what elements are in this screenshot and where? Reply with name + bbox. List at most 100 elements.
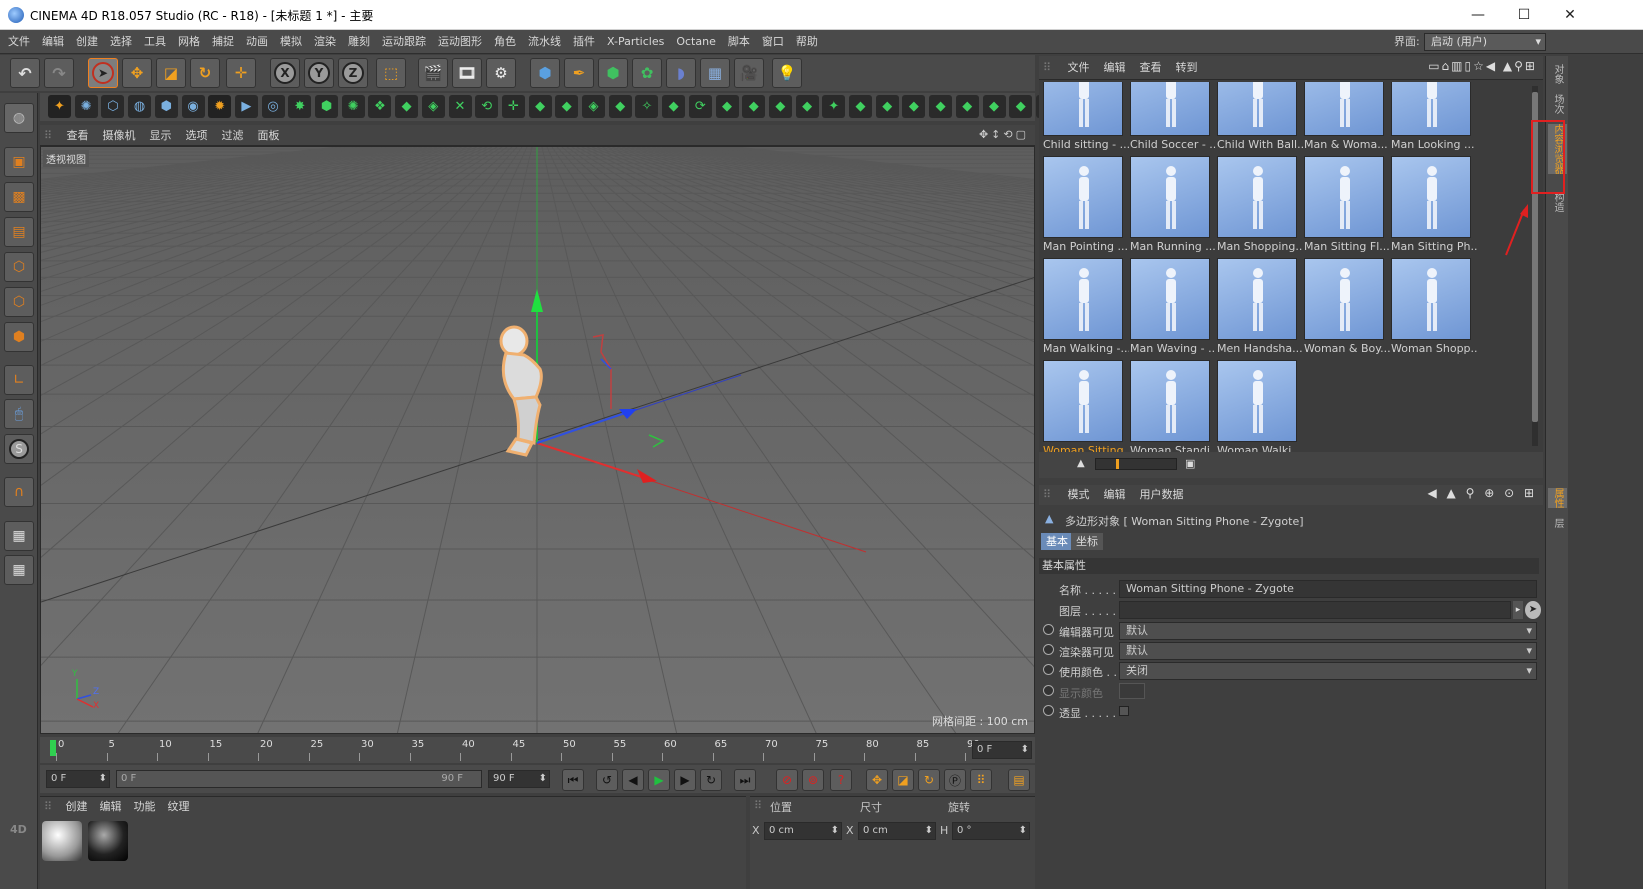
material-swatch-white[interactable] [42,821,82,861]
plugin-tool-button[interactable]: ◆ [875,95,899,118]
menu-item[interactable]: 工具 [138,30,172,54]
content-item-thumbnail[interactable] [1130,360,1210,442]
plugin-tool-button[interactable]: ◆ [528,95,552,118]
y-axis-button[interactable]: Y [304,58,334,88]
plugin-tool-button[interactable]: ◈ [582,95,605,118]
magnet-button[interactable]: ∩ [4,477,34,507]
content-item-label[interactable]: Men Handsha... [1217,342,1303,355]
content-item-label[interactable]: Man Shopping... [1217,240,1303,253]
key-position-button[interactable]: ✥ [866,769,888,791]
menu-item[interactable]: 选项 [179,125,215,146]
menu-item[interactable]: 模拟 [274,30,308,54]
content-item-label[interactable]: Man Running ... [1130,240,1216,253]
locked-workplane-button[interactable]: ▦ [4,521,34,551]
menu-item[interactable]: 编辑 [1097,485,1133,505]
render-picture-viewer-button[interactable]: 🎞 [452,58,482,88]
menu-item[interactable]: X-Particles [601,30,670,54]
menu-item[interactable]: 运动跟踪 [376,30,432,54]
plugin-tool-button[interactable]: ▶ [234,95,258,118]
goto-start-button[interactable]: ⏮ [562,769,584,791]
content-item-thumbnail[interactable] [1130,258,1210,340]
content-item-label[interactable]: Child sitting - ... [1043,138,1129,151]
frame-range-slider[interactable]: 0 F 90 F [116,770,482,788]
plugin-tool-button[interactable]: ◆ [742,95,766,118]
menu-item[interactable]: 显示 [143,125,179,146]
plugin-tool-button[interactable]: ⬢ [315,95,338,118]
content-item-label[interactable]: Woman Sitting... [1043,444,1129,452]
play-button[interactable]: ▶ [648,769,670,791]
content-item-thumbnail[interactable] [1304,258,1384,340]
content-item-thumbnail[interactable] [1217,82,1297,136]
content-item-label[interactable]: Child Soccer - ... [1130,138,1216,151]
content-item-thumbnail[interactable] [1391,156,1471,238]
plugin-tool-button[interactable]: ◆ [795,95,819,118]
undo-button[interactable]: ↶ [10,58,40,88]
content-item-label[interactable]: Man Looking ... [1391,138,1477,151]
current-frame-field[interactable]: 0 F ⬍ [972,741,1032,759]
menu-item[interactable]: 创建 [70,30,104,54]
z-axis-button[interactable]: Z [338,58,368,88]
plugin-tool-button[interactable]: ◆ [1009,95,1033,118]
animate-radio[interactable] [1043,624,1054,635]
animate-radio[interactable] [1043,664,1054,675]
menu-item[interactable]: 脚本 [722,30,756,54]
edges-mode-button[interactable]: ⬡ [4,287,34,317]
menu-item[interactable]: 选择 [104,30,138,54]
start-frame-field[interactable]: 0 F ⬍ [46,770,110,788]
content-item-label[interactable]: Child With Ball... [1217,138,1303,151]
size-x-field[interactable]: 0 cm ⬍ [858,822,936,840]
plugin-tool-button[interactable]: ◆ [555,95,579,118]
content-item-label[interactable]: Man & Woma... [1304,138,1390,151]
menu-item[interactable]: 摄像机 [96,125,143,146]
content-item-thumbnail[interactable] [1391,258,1471,340]
cloner-button[interactable]: ✿ [632,58,662,88]
content-item-thumbnail[interactable] [1130,156,1210,238]
tab-layers[interactable]: 层 [1548,518,1567,528]
plugin-tool-button[interactable]: ◉ [181,95,205,118]
make-editable-button[interactable]: ◍ [4,103,34,133]
material-swatch-black[interactable] [88,821,128,861]
browser-nav-icons[interactable]: ▭⌂▥▯☆◀ ▲⚲⊞ [1428,59,1537,73]
content-item-thumbnail[interactable] [1043,360,1123,442]
tab-objects[interactable]: 对象 [1548,64,1567,84]
menu-item[interactable]: 帮助 [790,30,824,54]
key-pla-button[interactable]: ⠿ [970,769,992,791]
plugin-tool-button[interactable]: ❖ [368,95,392,118]
property-field[interactable]: 默认 ▾ [1119,642,1537,660]
snap-button[interactable]: S [4,434,34,464]
planar-workplane-button[interactable]: ▦ [4,555,34,585]
menu-item[interactable]: 渲染 [308,30,342,54]
content-item-label[interactable]: Woman Standi... [1130,444,1216,452]
plugin-tool-button[interactable]: ✸ [288,95,312,118]
plugin-tool-button[interactable]: ✧ [635,95,659,118]
plugin-tool-button[interactable]: ◈ [421,95,445,118]
move-tool-button[interactable]: ✥ [122,58,152,88]
content-item-thumbnail[interactable] [1043,258,1123,340]
minimize-button[interactable]: — [1455,0,1501,30]
content-item-label[interactable]: Man Sitting Ph... [1391,240,1477,253]
tab-basic[interactable]: 基本 [1041,533,1073,550]
auto-key-button[interactable]: ⊚ [802,769,824,791]
plugin-tool-button[interactable]: ◆ [929,95,953,118]
content-item-thumbnail[interactable] [1217,258,1297,340]
content-item-label[interactable]: Man Pointing ... [1043,240,1129,253]
content-item-thumbnail[interactable] [1304,156,1384,238]
pen-button[interactable]: ✒ [564,58,594,88]
texture-mode-button[interactable]: ▩ [4,182,34,212]
menu-item[interactable]: 编辑 [1097,56,1133,80]
cube-button[interactable]: ⬢ [530,58,560,88]
camera-button[interactable]: 🎥 [734,58,764,88]
menu-item[interactable]: 文件 [2,30,36,54]
menu-item[interactable]: 窗口 [756,30,790,54]
layer-arrow-button[interactable]: ▸ [1513,601,1523,619]
menu-item[interactable]: 插件 [567,30,601,54]
timeline-ruler[interactable]: 051015202530354045505560657075808590 0 F… [40,737,1035,763]
record-button[interactable]: ⊘ [776,769,798,791]
content-item-label[interactable]: Woman & Boy... [1304,342,1390,355]
maximize-button[interactable]: ☐ [1501,0,1547,30]
animate-radio[interactable] [1043,705,1054,716]
menu-item[interactable]: 过滤 [215,125,251,146]
end-frame-field[interactable]: 90 F ⬍ [488,770,550,788]
plugin-tool-button[interactable]: ✛ [501,95,525,118]
menu-item[interactable]: 编辑 [94,797,128,817]
